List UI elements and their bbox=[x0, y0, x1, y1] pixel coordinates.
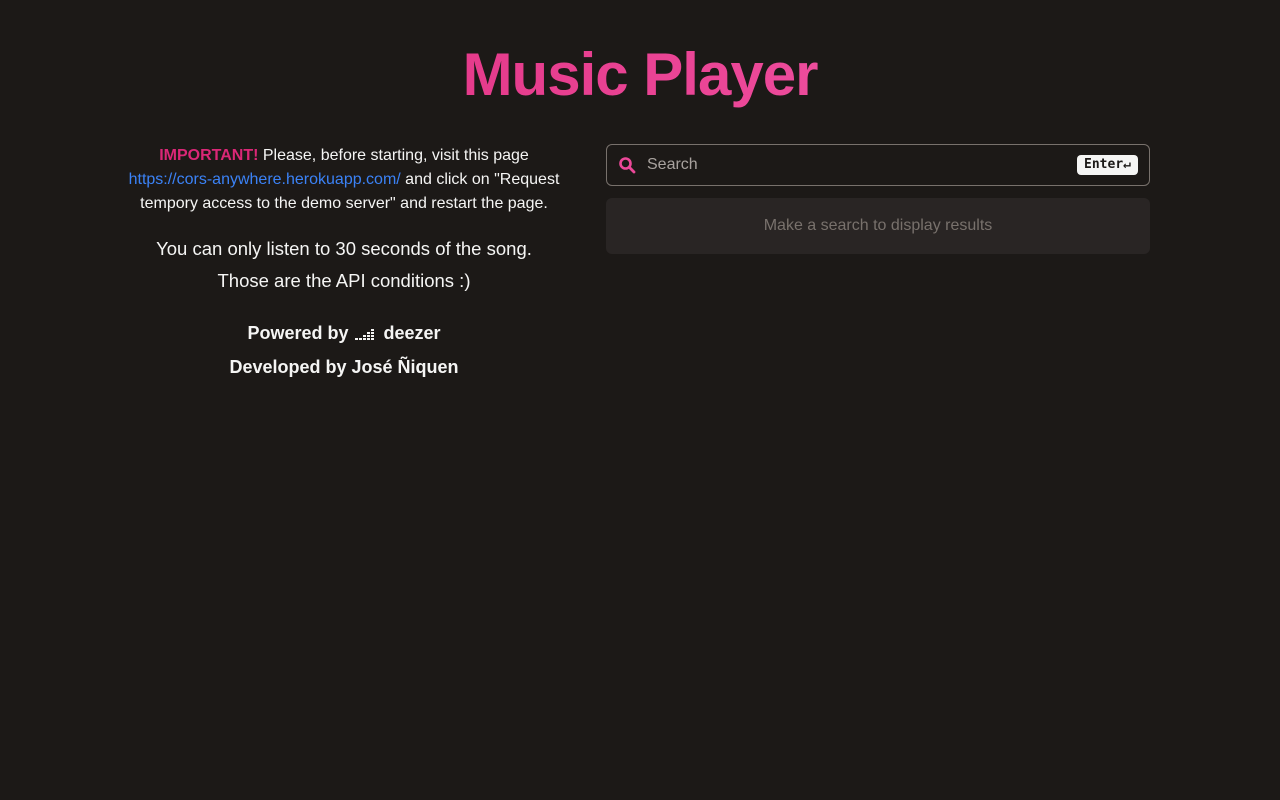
info-panel: IMPORTANT! Please, before starting, visi… bbox=[122, 144, 566, 383]
important-notice: IMPORTANT! Please, before starting, visi… bbox=[122, 144, 566, 216]
notice-text-before: Please, before starting, visit this page bbox=[258, 147, 529, 164]
search-icon bbox=[618, 156, 636, 174]
search-input[interactable] bbox=[647, 145, 1067, 185]
page: Music Player IMPORTANT! Please, before s… bbox=[0, 0, 1280, 800]
search-bar[interactable]: Enter↵ bbox=[606, 144, 1150, 186]
credits: Powered by deezer Developed by José Ñiqu… bbox=[122, 317, 566, 383]
deezer-brand-text: deezer bbox=[383, 323, 441, 343]
enter-key-hint: Enter↵ bbox=[1077, 155, 1138, 175]
powered-by-label: Powered by bbox=[247, 323, 349, 343]
deezer-logo-icon bbox=[355, 319, 375, 351]
powered-by: Powered by deezer bbox=[122, 317, 566, 351]
developed-by: Developed by José Ñiquen bbox=[229, 357, 459, 377]
page-title: Music Player bbox=[0, 40, 1280, 110]
important-label: IMPORTANT! bbox=[159, 147, 259, 164]
search-results-placeholder: Make a search to display results bbox=[606, 198, 1150, 254]
cors-anywhere-link[interactable]: https://cors-anywhere.herokuapp.com/ bbox=[129, 171, 401, 188]
condition-line-1: You can only listen to 30 seconds of the… bbox=[156, 238, 532, 259]
condition-line-2: Those are the API conditions :) bbox=[217, 270, 471, 291]
